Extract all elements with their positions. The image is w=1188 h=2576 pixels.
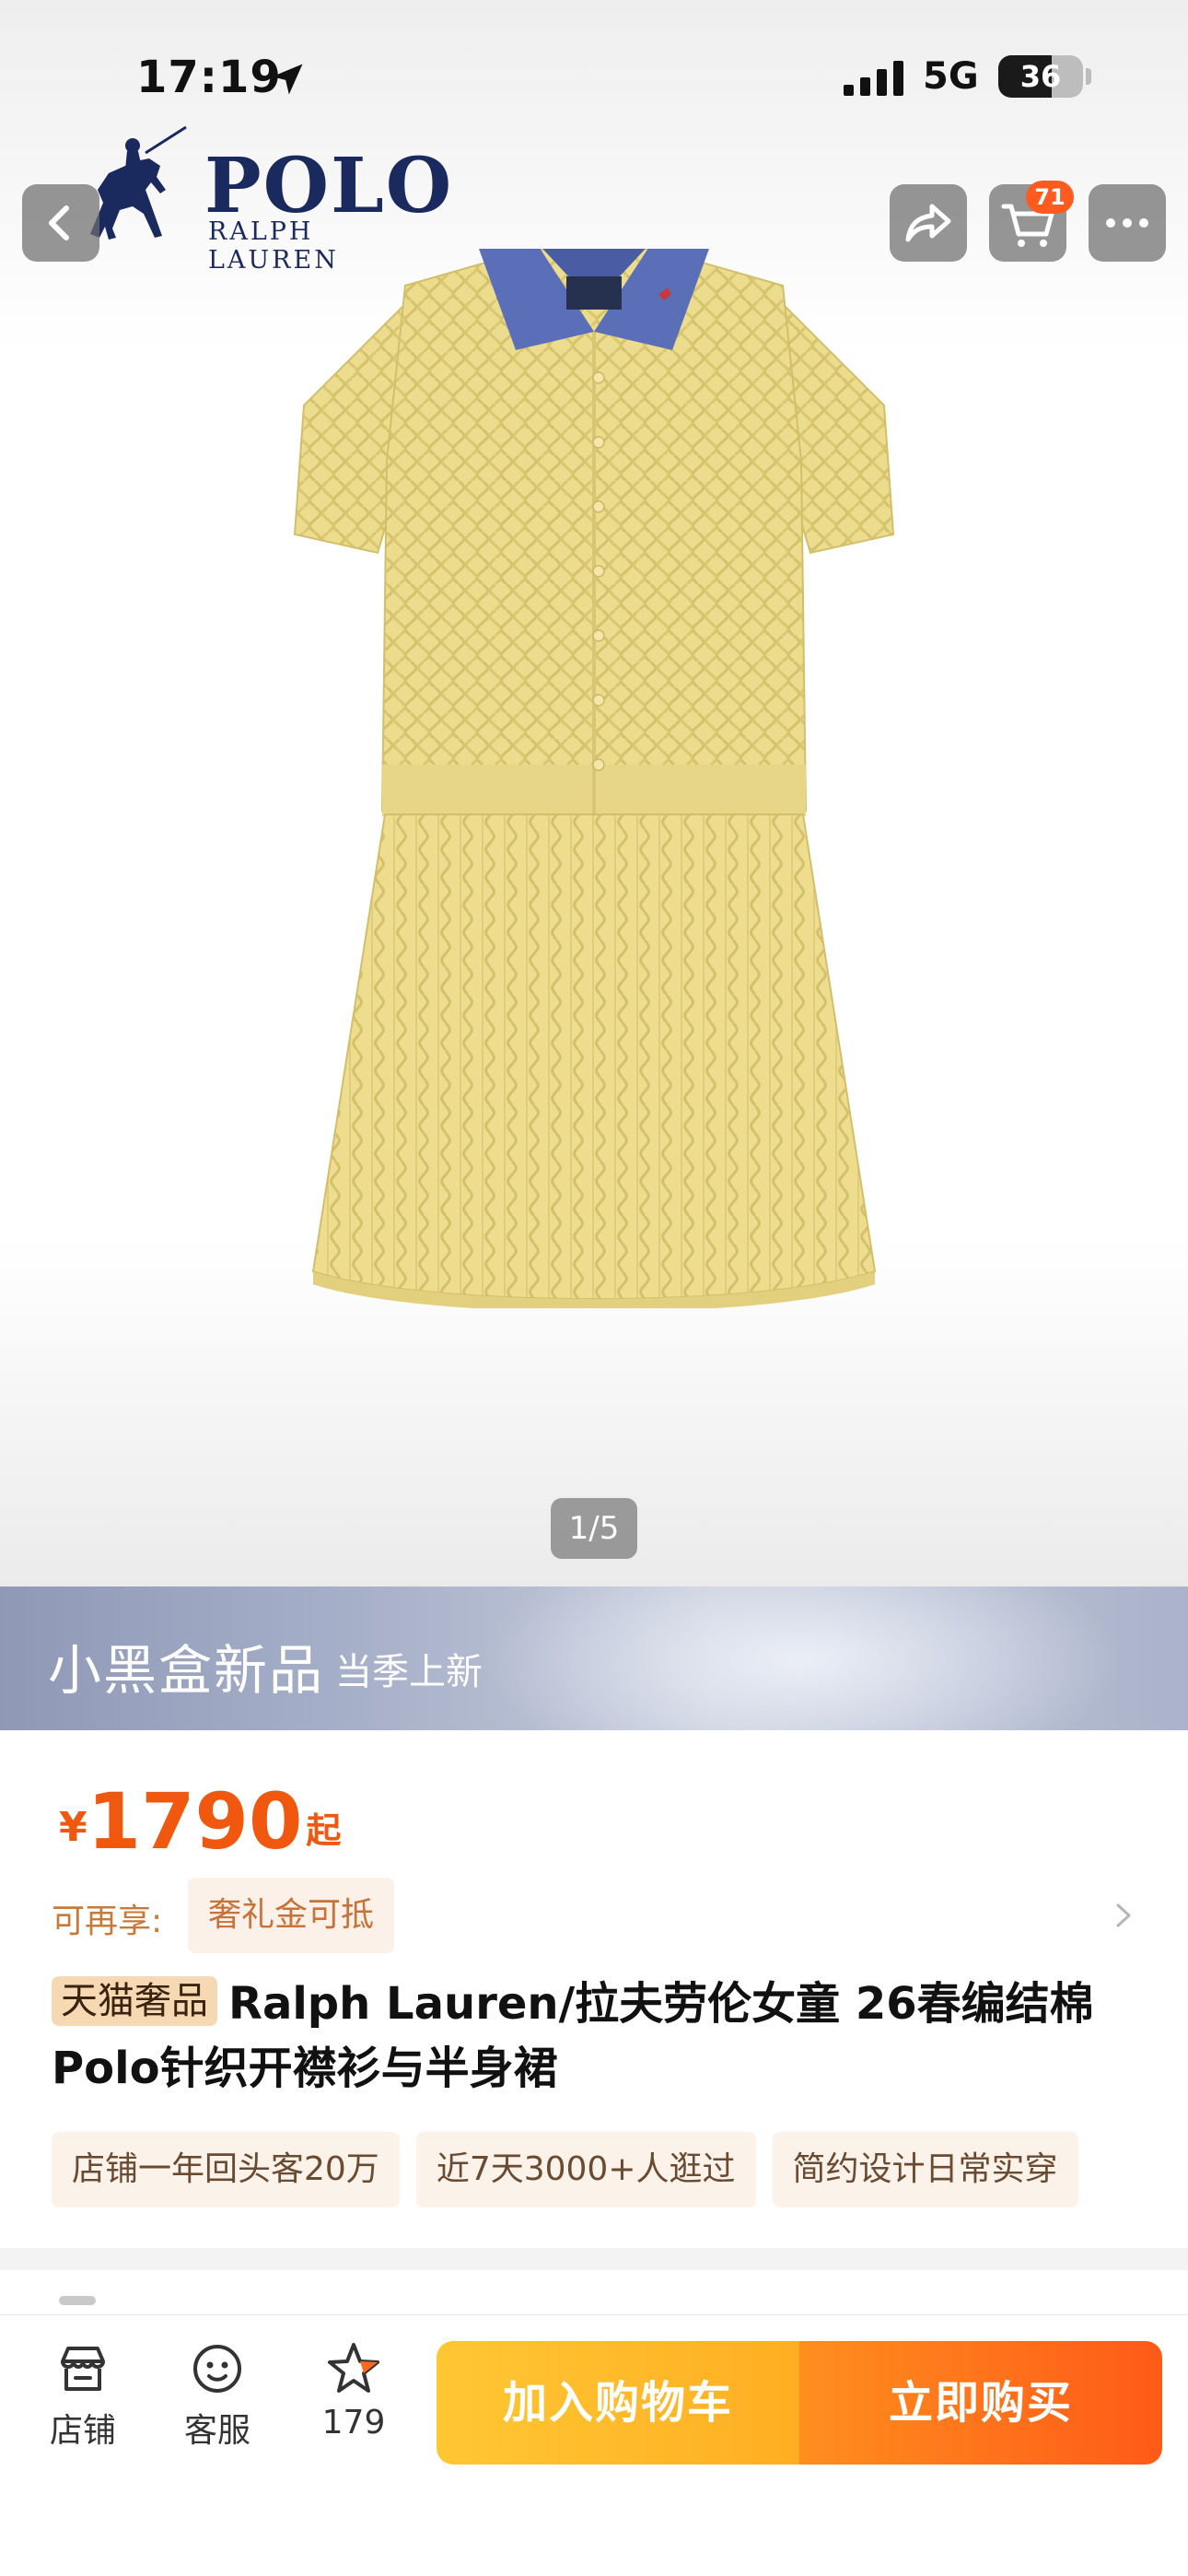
promo-banner[interactable]: 小黑盒新品 当季上新 (0, 1587, 1188, 1730)
more-button[interactable] (1089, 184, 1166, 262)
cart-count-badge: 71 (1026, 181, 1074, 214)
store-icon (61, 2347, 105, 2391)
bottom-action-bar: 店铺 客服 179 加入购物车 立即购买 (0, 2314, 1188, 2576)
back-button[interactable] (22, 184, 99, 262)
banner-glow (479, 1587, 1124, 1730)
product-tag: 近7天3000+人逛过 (415, 2132, 756, 2207)
brand-logo: POLO RALPH LAUREN (64, 122, 451, 275)
battery-cap (1086, 68, 1091, 85)
product-tag: 简约设计日常实穿 (772, 2132, 1078, 2207)
status-time: 17:19 (136, 52, 282, 103)
chevron-left-icon (49, 205, 69, 240)
store-button[interactable]: 店铺 (28, 2339, 138, 2459)
battery-level: 36 (998, 55, 1083, 98)
product-photo (293, 249, 895, 1308)
section-peek-mark (59, 2296, 96, 2305)
tmall-luxury-badge: 天猫奢品 (52, 1976, 217, 2026)
add-to-cart-button[interactable]: 加入购物车 (437, 2341, 799, 2465)
service-label: 客服 (183, 2412, 250, 2450)
perk-row[interactable]: 可再享: 奢礼金可抵 (52, 1878, 1138, 1953)
perk-chip: 奢礼金可抵 (188, 1878, 395, 1953)
price-suffix: 起 (306, 1810, 342, 1851)
price-value: 1790 (87, 1776, 303, 1867)
store-label: 店铺 (49, 2412, 116, 2450)
cart-button[interactable]: 71 (989, 181, 1074, 262)
perk-label: 可再享: (52, 1903, 163, 1940)
next-section-peek (0, 2270, 1188, 2314)
status-bar: 17:19 5G 36 (0, 48, 1188, 112)
favorite-count: 179 (321, 2404, 386, 2441)
banner-subtitle: 当季上新 (335, 1651, 483, 1693)
banner-title: 小黑盒新品 (48, 1639, 325, 1702)
image-pager: 1/5 (551, 1498, 637, 1559)
section-divider (0, 2248, 1188, 2270)
more-icon (1106, 218, 1148, 228)
battery-percent: 36 (1019, 59, 1062, 94)
favorite-button[interactable]: 179 (298, 2339, 409, 2459)
chevron-right-icon (1116, 1903, 1131, 1927)
product-tag: 店铺一年回头客20万 (52, 2132, 400, 2207)
customer-service-icon (193, 2345, 241, 2393)
star-icon (328, 2343, 379, 2393)
buy-now-button[interactable]: 立即购买 (799, 2341, 1162, 2465)
price: ¥1790 起 (59, 1776, 341, 1867)
cellular-signal-icon (844, 61, 903, 96)
product-title: 天猫奢品 Ralph Lauren/拉夫劳伦女童 26春编结棉Polo针织开襟衫与… (52, 1972, 1138, 2101)
price-currency: ¥ (59, 1804, 87, 1851)
customer-service-button[interactable]: 客服 (162, 2339, 273, 2459)
product-info: ¥1790 起 可再享: 奢礼金可抵 天猫奢品 Ralph Lauren/拉夫劳伦女… (0, 1730, 1188, 2248)
network-type: 5G (923, 55, 979, 98)
product-image-gallery[interactable]: 17:19 5G 36 POLO RALPH LAUREN 71 1/5 (0, 0, 1188, 1587)
location-arrow-icon (272, 64, 303, 95)
product-tags: 店铺一年回头客20万 近7天3000+人逛过 简约设计日常实穿 (52, 2132, 1188, 2207)
